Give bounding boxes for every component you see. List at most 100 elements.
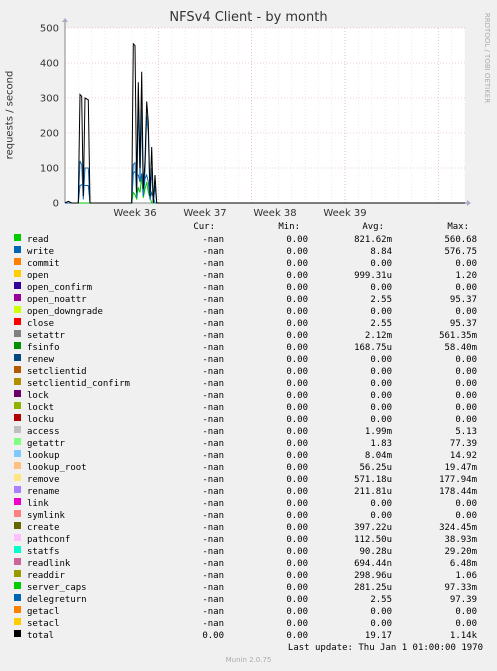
header-avg: Avg: (362, 222, 384, 232)
y-tick-label: 200 (40, 129, 59, 140)
x-tick-label: Week 36 (113, 208, 156, 219)
legend-min: 0.00 (286, 295, 308, 305)
legend-min: 0.00 (286, 523, 308, 533)
legend-swatch (14, 258, 21, 265)
legend-max: 0.00 (455, 259, 477, 269)
legend-cur: -nan (202, 319, 224, 329)
legend-max: 0.00 (455, 499, 477, 509)
plot-area: 0 100 200 300 400 500 Week 36 Week 37 Week 38 Wee… (40, 18, 471, 219)
legend-avg: 0.00 (370, 415, 392, 425)
legend-cur: -nan (202, 271, 224, 281)
legend-avg: 397.22u (354, 523, 392, 533)
legend-avg: 0.00 (370, 355, 392, 365)
legend-name: lock (27, 391, 49, 401)
legend-cur: -nan (202, 559, 224, 569)
legend-avg: 211.81u (354, 487, 392, 497)
legend-cur: -nan (202, 523, 224, 533)
legend-cur: -nan (202, 427, 224, 437)
legend-min: 0.00 (286, 391, 308, 401)
legend-row: close -nan 0.00 2.55 95.37 (0, 318, 497, 330)
legend-max: 58.40m (444, 343, 477, 353)
legend-max: 1.20 (455, 271, 477, 281)
legend-max: 95.37 (449, 295, 477, 305)
legend-cur: -nan (202, 295, 224, 305)
legend-name: read (27, 235, 49, 245)
legend-name: open_noattr (27, 295, 87, 305)
legend-row: server_caps -nan 0.00 281.25u 97.33m (0, 582, 497, 594)
legend-avg: 281.25u (354, 583, 392, 593)
y-axis-arrow (62, 18, 68, 22)
legend-max: 29.20m (444, 547, 477, 557)
legend-cur: -nan (202, 571, 224, 581)
legend-avg: 694.44n (354, 559, 392, 569)
legend-name: open_downgrade (27, 307, 103, 317)
legend-min: 0.00 (286, 403, 308, 413)
legend-min: 0.00 (286, 475, 308, 485)
y-tick-label: 300 (40, 94, 59, 105)
legend-avg: 571.18u (354, 475, 392, 485)
y-tick-label: 500 (40, 24, 59, 35)
legend-row: lookup_root -nan 0.00 56.25u 19.47m (0, 462, 497, 474)
legend-avg: 0.00 (370, 259, 392, 269)
legend-max: 14.92 (449, 451, 477, 461)
legend-avg: 0.00 (370, 619, 392, 629)
legend-row: commit -nan 0.00 0.00 0.00 (0, 258, 497, 270)
legend-avg: 0.00 (370, 367, 392, 377)
y-tick-label: 0 (53, 199, 59, 210)
legend-cur: -nan (202, 595, 224, 605)
x-tick-label: Week 39 (323, 208, 366, 219)
legend-min: 0.00 (286, 331, 308, 341)
legend-name: lockt (27, 403, 55, 413)
legend-name: create (27, 523, 60, 533)
legend-max: 95.37 (449, 319, 477, 329)
legend-min: 0.00 (286, 355, 308, 365)
legend-swatch (14, 462, 21, 469)
legend-swatch (14, 510, 21, 517)
legend-max: 561.35m (439, 331, 477, 341)
legend-swatch (14, 438, 21, 445)
legend-name: setacl (27, 619, 60, 629)
legend-row: getacl -nan 0.00 0.00 0.00 (0, 606, 497, 618)
legend-name: lookup_root (27, 463, 87, 473)
legend-swatch (14, 402, 21, 409)
legend-swatch (14, 450, 21, 457)
legend-swatch (14, 306, 21, 313)
legend-avg: 1.99m (364, 427, 392, 437)
legend-cur: -nan (202, 331, 224, 341)
legend-name: statfs (27, 547, 60, 557)
legend-min: 0.00 (286, 415, 308, 425)
legend-row: rename -nan 0.00 211.81u 178.44m (0, 486, 497, 498)
x-tick-label: Week 38 (253, 208, 296, 219)
legend-min: 0.00 (286, 487, 308, 497)
legend-cur: -nan (202, 247, 224, 257)
legend-cur: -nan (202, 475, 224, 485)
legend-min: 0.00 (286, 343, 308, 353)
legend-min: 0.00 (286, 427, 308, 437)
legend-row: lockt -nan 0.00 0.00 0.00 (0, 402, 497, 414)
legend-name: delegreturn (27, 595, 87, 605)
legend-cur: -nan (202, 379, 224, 389)
legend-row: open -nan 0.00 999.31u 1.20 (0, 270, 497, 282)
legend-swatch (14, 234, 21, 241)
legend-max: 0.00 (455, 415, 477, 425)
legend-swatch (14, 378, 21, 385)
legend-min: 0.00 (286, 619, 308, 629)
legend-swatch (14, 474, 21, 481)
legend-cur: -nan (202, 439, 224, 449)
legend-row: lookup -nan 0.00 8.04m 14.92 (0, 450, 497, 462)
legend-avg: 0.00 (370, 307, 392, 317)
legend-min: 0.00 (286, 607, 308, 617)
legend-name: write (27, 247, 55, 257)
legend-max: 1.06 (455, 571, 477, 581)
legend-max: 0.00 (455, 511, 477, 521)
legend-min: 0.00 (286, 271, 308, 281)
legend-max: 576.75 (444, 247, 477, 257)
legend-max: 0.00 (455, 307, 477, 317)
legend-avg: 0.00 (370, 391, 392, 401)
legend-swatch (14, 534, 21, 541)
legend-row: open_noattr -nan 0.00 2.55 95.37 (0, 294, 497, 306)
legend-avg: 0.00 (370, 379, 392, 389)
legend-row: locku -nan 0.00 0.00 0.00 (0, 414, 497, 426)
legend-name: pathconf (27, 535, 71, 545)
legend-swatch (14, 558, 21, 565)
